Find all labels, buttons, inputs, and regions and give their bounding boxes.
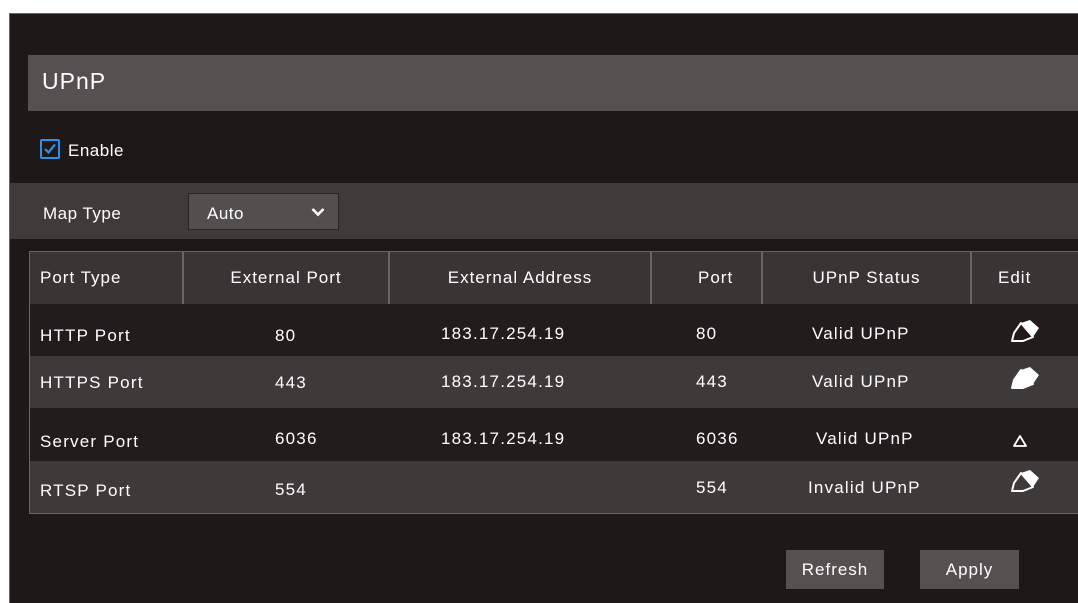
- enable-label: Enable: [68, 141, 124, 160]
- cell-port-type: Server Port: [40, 432, 140, 451]
- pencil-icon[interactable]: [1010, 366, 1042, 392]
- pencil-icon[interactable]: [1010, 319, 1042, 345]
- header-external-address: External Address: [447, 268, 593, 287]
- apply-button[interactable]: Apply: [920, 550, 1019, 589]
- cell-external-port: 443: [275, 373, 307, 392]
- cell-port: 443: [696, 372, 728, 391]
- cell-port: 554: [696, 478, 728, 497]
- map-type-bar: [10, 183, 1078, 239]
- triangle-icon[interactable]: [1012, 434, 1028, 448]
- map-type-select[interactable]: Auto: [188, 193, 339, 230]
- refresh-button[interactable]: Refresh: [786, 550, 884, 589]
- cell-port-type: HTTPS Port: [40, 373, 144, 392]
- cell-external-address: 183.17.254.19: [441, 429, 566, 448]
- header-port-type: Port Type: [40, 268, 122, 287]
- cell-external-port: 6036: [275, 429, 318, 448]
- header-edit: Edit: [998, 268, 1032, 287]
- cell-external-port: 554: [275, 480, 307, 499]
- cell-port-type: RTSP Port: [40, 481, 132, 500]
- cell-port: 80: [696, 324, 718, 343]
- cell-external-address: 183.17.254.19: [441, 372, 566, 391]
- table-row: [30, 461, 1078, 513]
- cell-port: 6036: [696, 429, 739, 448]
- header-port: Port: [698, 268, 734, 287]
- pencil-icon[interactable]: [1010, 469, 1042, 495]
- cell-upnp-status: Valid UPnP: [812, 372, 910, 391]
- section-header: [28, 55, 1078, 111]
- cell-upnp-status: Valid UPnP: [816, 429, 914, 448]
- cell-upnp-status: Valid UPnP: [812, 324, 910, 343]
- chevron-down-icon: [311, 208, 325, 217]
- map-type-value: Auto: [207, 204, 244, 223]
- cell-port-type: HTTP Port: [40, 326, 131, 345]
- checkmark-icon: [44, 143, 56, 155]
- enable-checkbox[interactable]: [40, 139, 60, 159]
- cell-external-address: 183.17.254.19: [441, 324, 566, 343]
- cell-upnp-status: Invalid UPnP: [808, 478, 921, 497]
- header-external-port: External Port: [230, 268, 342, 287]
- header-upnp-status: UPnP Status: [812, 268, 921, 287]
- cell-external-port: 80: [275, 326, 297, 345]
- section-title: UPnP: [42, 68, 107, 94]
- map-type-label: Map Type: [43, 204, 122, 223]
